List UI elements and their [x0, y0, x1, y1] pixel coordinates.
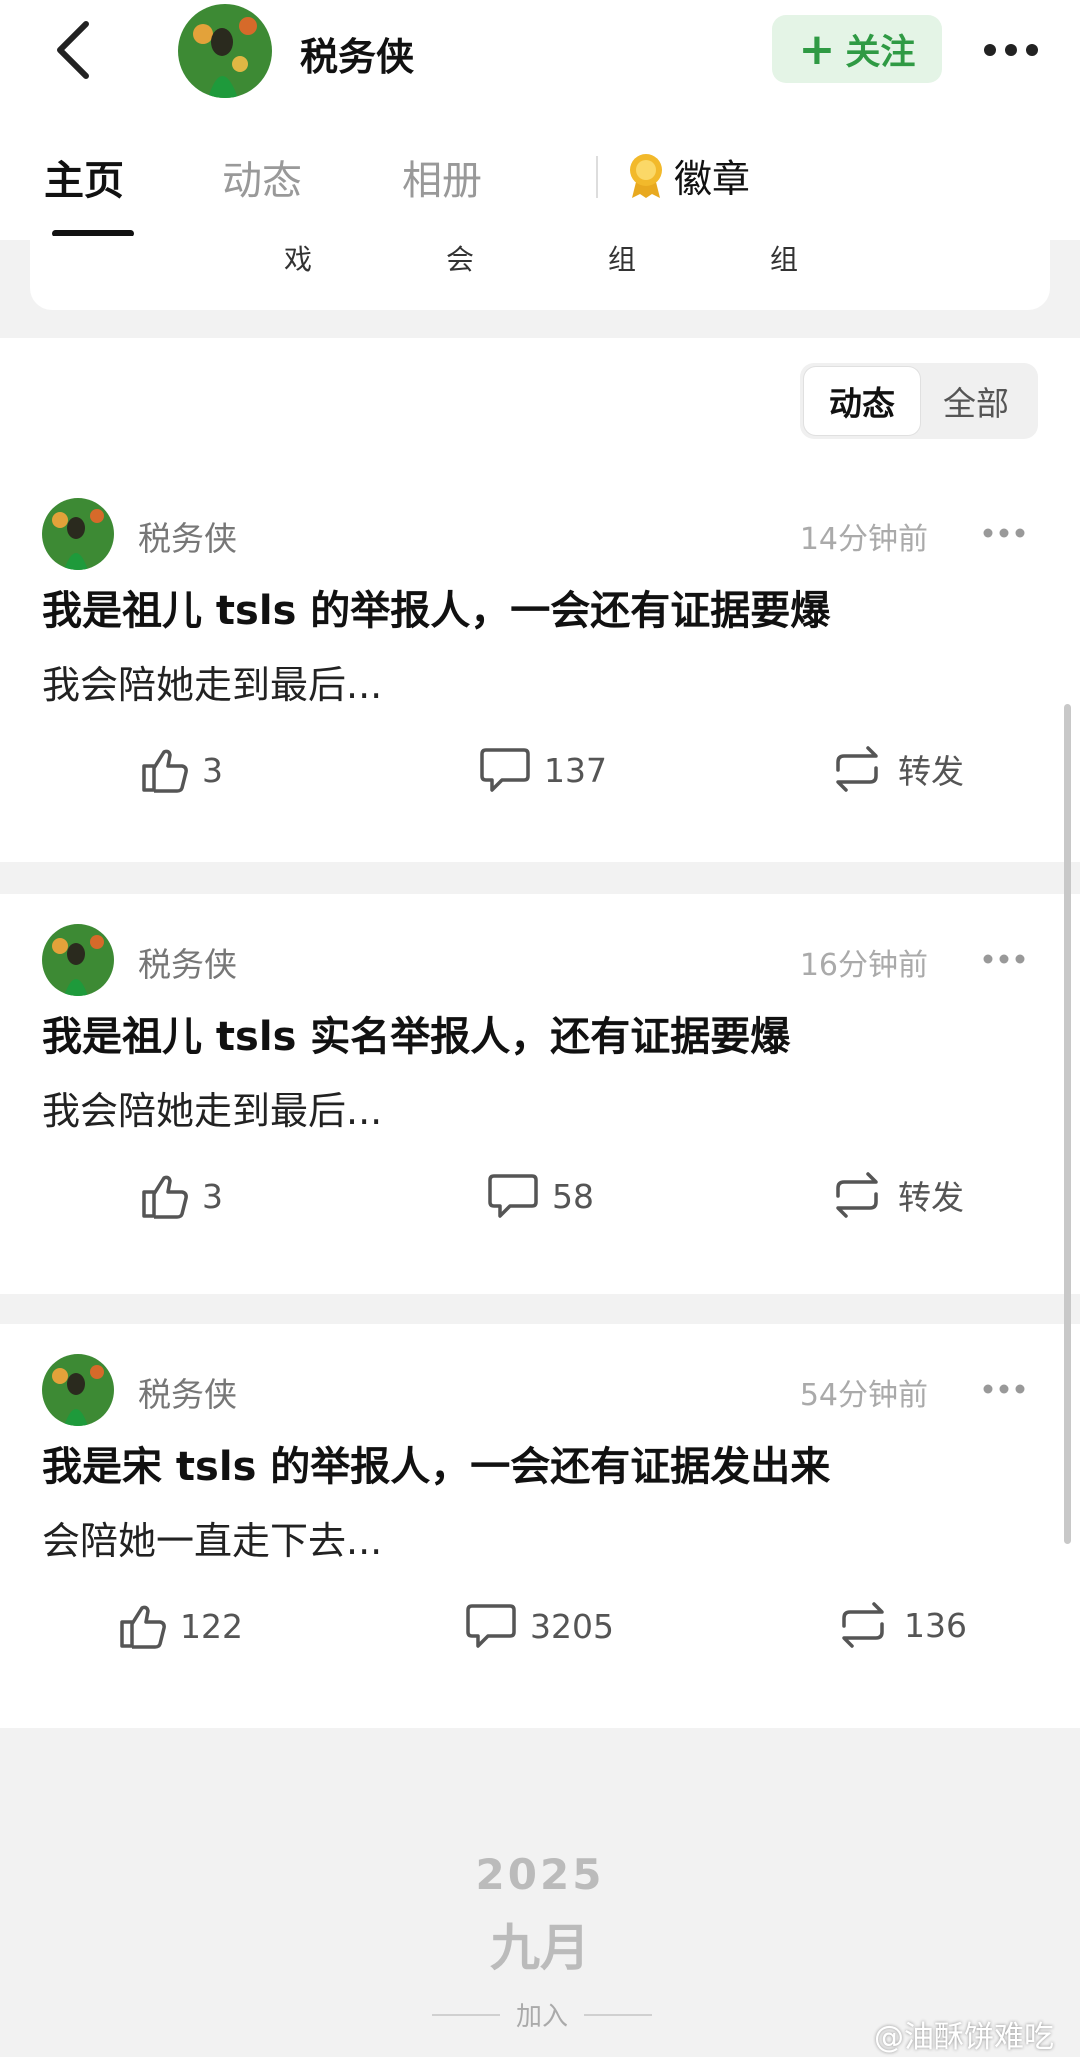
repost-icon: [836, 746, 878, 792]
more-options-icon[interactable]: [982, 526, 1026, 540]
post-card[interactable]: 税务侠 54分钟前 我是宋 tsls 的举报人，一会还有证据发出来 会陪她一直走…: [0, 1324, 1080, 1728]
repost-button[interactable]: 136: [834, 1600, 967, 1650]
post-headline[interactable]: 我是祖儿 tsls 实名举报人，还有证据要爆: [42, 1004, 790, 1062]
filter-feed-button[interactable]: 动态: [804, 367, 920, 435]
comment-count: 137: [544, 750, 607, 790]
repost-icon: [842, 1602, 884, 1648]
post-card[interactable]: 税务侠 14分钟前 我是祖儿 tsls 的举报人，一会还有证据要爆 我会陪她走到…: [0, 476, 1080, 862]
repost-label: 转发: [898, 1178, 964, 1217]
timeline-join-marker: 加入: [432, 1996, 653, 2033]
post-card[interactable]: 税务侠 16分钟前 我是祖儿 tsls 实名举报人，还有证据要爆 我会陪她走到最…: [0, 894, 1080, 1294]
thumbs-up-icon: [142, 1175, 188, 1219]
post-time: 16分钟前: [799, 948, 928, 983]
tab-album[interactable]: 相册: [402, 148, 482, 206]
tab-home[interactable]: 主页: [44, 148, 124, 206]
more-options-icon[interactable]: [982, 952, 1026, 966]
plus-icon: +: [798, 23, 836, 75]
post-excerpt[interactable]: 我会陪她走到最后...: [42, 1080, 382, 1135]
tab-badge[interactable]: 徽章: [626, 148, 750, 203]
profile-tabs: 主页 动态 相册 徽章: [0, 138, 1080, 238]
like-button[interactable]: 3: [138, 1170, 223, 1222]
post-time: 54分钟前: [799, 1378, 928, 1413]
scrollbar[interactable]: [1064, 704, 1071, 1544]
tab-badge-label: 徽章: [674, 157, 751, 201]
more-options-icon[interactable]: [982, 1382, 1026, 1396]
join-label: 加入: [516, 2002, 569, 2032]
timeline-year: 2025: [475, 1850, 605, 1899]
post-headline[interactable]: 我是祖儿 tsls 的举报人，一会还有证据要爆: [42, 578, 830, 636]
tab-divider: [596, 156, 598, 198]
comment-icon: [480, 748, 530, 792]
divider: [584, 2013, 653, 2016]
post-excerpt[interactable]: 我会陪她走到最后...: [42, 654, 382, 709]
tab-feed[interactable]: 动态: [222, 148, 302, 206]
filter-all-button[interactable]: 全部: [918, 367, 1034, 435]
post-headline[interactable]: 我是宋 tsls 的举报人，一会还有证据发出来: [42, 1434, 830, 1492]
profile-header: 税务侠 + 关注 主页 动态 相册 徽章: [0, 0, 1080, 240]
follow-button[interactable]: + 关注: [772, 15, 942, 83]
comment-count: 3205: [530, 1606, 614, 1646]
like-button[interactable]: 3: [138, 744, 223, 796]
avatar[interactable]: [42, 498, 114, 570]
timeline-month: 九月: [490, 1919, 590, 1977]
comment-button[interactable]: 3205: [464, 1600, 614, 1652]
group-label[interactable]: 会: [446, 238, 474, 278]
thumbs-up-icon: [142, 749, 188, 793]
medal-icon: [630, 153, 662, 198]
thumbs-up-icon: [120, 1605, 166, 1649]
follow-label: 关注: [845, 32, 916, 73]
profile-name: 税务侠: [300, 35, 415, 79]
post-excerpt[interactable]: 会陪她一直走下去...: [42, 1510, 382, 1565]
comment-icon: [466, 1604, 516, 1648]
comment-icon: [488, 1174, 538, 1218]
group-label[interactable]: 组: [770, 238, 798, 278]
feed-filter-area: 动态 全部: [0, 338, 1080, 476]
repost-button[interactable]: 转发: [828, 744, 964, 794]
like-button[interactable]: 122: [116, 1600, 243, 1652]
repost-icon: [836, 1172, 878, 1218]
comment-count: 58: [552, 1176, 594, 1216]
comment-button[interactable]: 58: [486, 1170, 594, 1222]
feed-filter-toggle: 动态 全部: [800, 363, 1038, 439]
back-arrow-icon[interactable]: [48, 18, 100, 82]
divider: [432, 2013, 500, 2016]
repost-button[interactable]: 转发: [828, 1170, 964, 1220]
post-author[interactable]: 税务侠: [138, 512, 237, 560]
avatar[interactable]: [42, 1354, 114, 1426]
post-author[interactable]: 税务侠: [138, 1368, 237, 1416]
like-count: 3: [202, 750, 223, 790]
avatar[interactable]: [42, 924, 114, 996]
like-count: 122: [180, 1606, 243, 1646]
like-count: 3: [202, 1176, 223, 1216]
groups-card: 戏 会 组 组: [30, 236, 1050, 310]
repost-label: 转发: [898, 752, 964, 791]
watermark: @油酥饼难吃: [874, 2020, 1054, 2055]
more-options-icon[interactable]: [982, 30, 1040, 70]
profile-avatar[interactable]: [178, 4, 272, 98]
repost-count: 136: [904, 1605, 967, 1645]
post-time: 14分钟前: [799, 522, 928, 557]
post-author[interactable]: 税务侠: [138, 938, 237, 986]
comment-button[interactable]: 137: [478, 744, 607, 796]
group-label[interactable]: 组: [608, 238, 636, 278]
group-label[interactable]: 戏: [284, 238, 312, 278]
